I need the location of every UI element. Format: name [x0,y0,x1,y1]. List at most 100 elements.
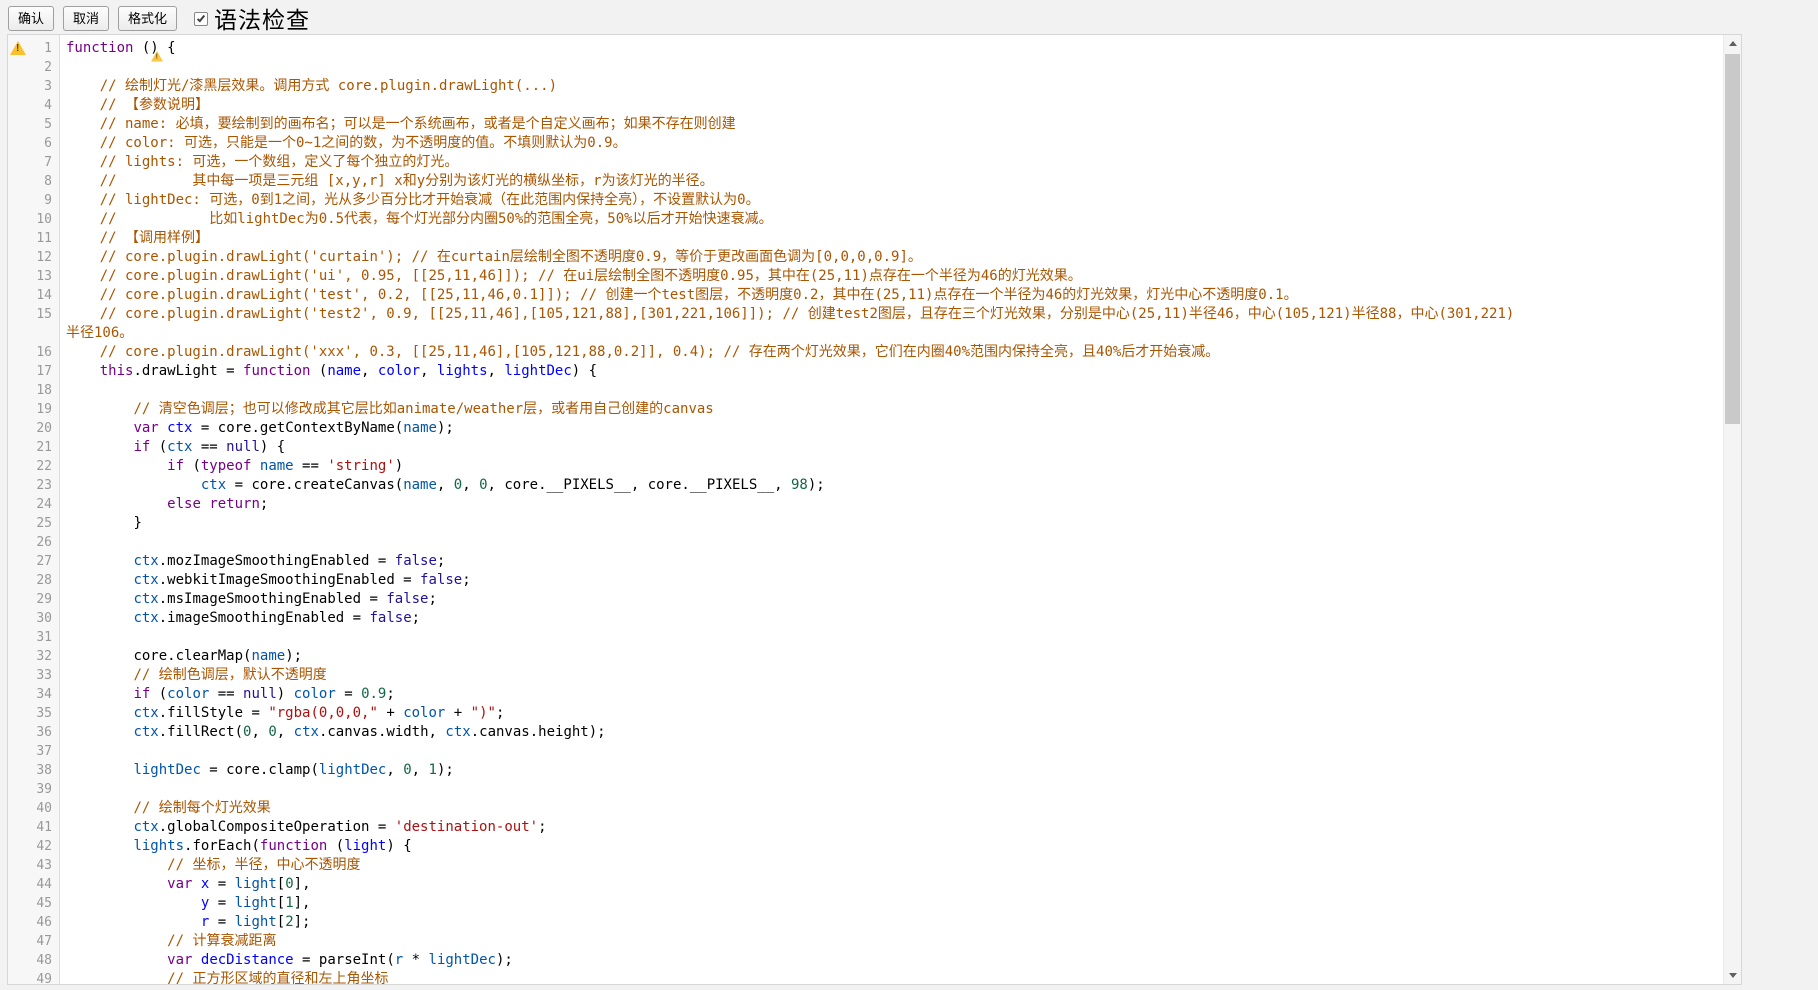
line-number: 22 [8,457,60,476]
code-line: 36 ctx.fillRect(0, 0, ctx.canvas.width, … [8,723,1723,742]
code-line: 49 // 正方形区域的直径和左上角坐标 [8,970,1723,984]
code-editor[interactable]: 1function () {23 // 绘制灯光/漆黑层效果。调用方式 core… [7,34,1742,985]
code-line-text[interactable]: if (color == null) color = 0.9; [60,685,1723,704]
code-line-text[interactable]: // lights: 可选，一个数组，定义了每个独立的灯光。 [60,153,1723,172]
code-line-text[interactable]: var x = light[0], [60,875,1723,894]
code-line-text[interactable] [60,381,1723,400]
code-line-text[interactable] [60,628,1723,647]
code-line: 24 else return; [8,495,1723,514]
code-line: 8 // 其中每一项是三元组 [x,y,r] x和y分别为该灯光的横纵坐标，r为… [8,172,1723,191]
code-line-text[interactable]: // core.plugin.drawLight('test2', 0.9, [… [60,305,1723,343]
line-number: 45 [8,894,60,913]
code-line: 14 // core.plugin.drawLight('test', 0.2,… [8,286,1723,305]
line-number: 27 [8,552,60,571]
code-line-text[interactable]: core.clearMap(name); [60,647,1723,666]
line-number: 23 [8,476,60,495]
code-line: 25 } [8,514,1723,533]
code-line-text[interactable]: // 清空色调层；也可以修改成其它层比如animate/weather层，或者用… [60,400,1723,419]
confirm-button[interactable]: 确认 [8,6,54,31]
code-line-text[interactable]: var ctx = core.getContextByName(name); [60,419,1723,438]
line-number: 48 [8,951,60,970]
lint-warning-icon [10,41,26,55]
code-line-text[interactable]: // color: 可选，只能是一个0~1之间的数，为不透明度的值。不填则默认为… [60,134,1723,153]
code-line-text[interactable]: ctx.fillRect(0, 0, ctx.canvas.width, ctx… [60,723,1723,742]
syntax-check-checkbox[interactable] [194,12,208,26]
code-line-text[interactable]: var decDistance = parseInt(r * lightDec)… [60,951,1723,970]
line-number: 40 [8,799,60,818]
code-line-text[interactable]: ctx.webkitImageSmoothingEnabled = false; [60,571,1723,590]
code-line-text[interactable]: // lightDec: 可选，0到1之间，光从多少百分比才开始衰减（在此范围内… [60,191,1723,210]
code-line-text[interactable]: // 绘制色调层，默认不透明度 [60,666,1723,685]
code-line-text[interactable]: // 【参数说明】 [60,96,1723,115]
code-line: 28 ctx.webkitImageSmoothingEnabled = fal… [8,571,1723,590]
code-line-text[interactable]: // 正方形区域的直径和左上角坐标 [60,970,1723,984]
code-line: 48 var decDistance = parseInt(r * lightD… [8,951,1723,970]
line-number: 13 [8,267,60,286]
code-line-text[interactable]: // core.plugin.drawLight('xxx', 0.3, [[2… [60,343,1723,362]
code-line-text[interactable]: // 绘制每个灯光效果 [60,799,1723,818]
code-line-text[interactable]: if (typeof name == 'string') [60,457,1723,476]
code-line-text[interactable]: // 坐标，半径，中心不透明度 [60,856,1723,875]
code-lines: 1function () {23 // 绘制灯光/漆黑层效果。调用方式 core… [8,35,1723,984]
code-line-text[interactable]: lights.forEach(function (light) { [60,837,1723,856]
line-number: 2 [8,58,60,77]
code-line: 21 if (ctx == null) { [8,438,1723,457]
line-number: 47 [8,932,60,951]
line-number: 21 [8,438,60,457]
format-button[interactable]: 格式化 [118,6,177,31]
code-line-text[interactable]: ctx.imageSmoothingEnabled = false; [60,609,1723,628]
code-line-text[interactable]: ctx.mozImageSmoothingEnabled = false; [60,552,1723,571]
code-line: 44 var x = light[0], [8,875,1723,894]
code-line-text[interactable]: // 其中每一项是三元组 [x,y,r] x和y分别为该灯光的横纵坐标，r为该灯… [60,172,1723,191]
code-line-text[interactable]: ctx.fillStyle = "rgba(0,0,0," + color + … [60,704,1723,723]
code-line-text[interactable]: ctx.globalCompositeOperation = 'destinat… [60,818,1723,837]
line-number: 14 [8,286,60,305]
code-line-text[interactable]: lightDec = core.clamp(lightDec, 0, 1); [60,761,1723,780]
check-icon [197,13,205,22]
code-line-text[interactable]: ctx.msImageSmoothingEnabled = false; [60,590,1723,609]
code-line-text[interactable]: if (ctx == null) { [60,438,1723,457]
code-line-text[interactable]: } [60,514,1723,533]
code-line: 37 [8,742,1723,761]
code-line: 6 // color: 可选，只能是一个0~1之间的数，为不透明度的值。不填则默… [8,134,1723,153]
code-line-text[interactable]: else return; [60,495,1723,514]
code-line-text[interactable] [60,780,1723,799]
scrollbar-up-button[interactable] [1724,35,1741,52]
code-line-text[interactable]: // 绘制灯光/漆黑层效果。调用方式 core.plugin.drawLight… [60,77,1723,96]
code-line-text[interactable] [60,742,1723,761]
code-line: 31 [8,628,1723,647]
toolbar: 确认 取消 格式化 语法检查 [8,4,310,32]
code-line: 12 // core.plugin.drawLight('curtain'); … [8,248,1723,267]
line-number: 6 [8,134,60,153]
line-number: 9 [8,191,60,210]
code-line-text[interactable]: // core.plugin.drawLight('test', 0.2, [[… [60,286,1723,305]
line-number: 4 [8,96,60,115]
code-line: 16 // core.plugin.drawLight('xxx', 0.3, … [8,343,1723,362]
scrollbar-down-button[interactable] [1724,967,1741,984]
code-line-text[interactable]: y = light[1], [60,894,1723,913]
down-arrow-icon [1729,973,1737,978]
code-line-text[interactable]: // core.plugin.drawLight('curtain'); // … [60,248,1723,267]
code-line: 13 // core.plugin.drawLight('ui', 0.95, … [8,267,1723,286]
editor-scrollbar[interactable] [1723,35,1741,984]
line-number: 11 [8,229,60,248]
code-line-text[interactable]: ctx = core.createCanvas(name, 0, 0, core… [60,476,1723,495]
code-line-text[interactable] [60,58,1723,77]
code-line-text[interactable]: r = light[2]; [60,913,1723,932]
code-line-text[interactable]: function () { [60,39,1723,58]
code-line-text[interactable]: // core.plugin.drawLight('ui', 0.95, [[2… [60,267,1723,286]
scrollbar-thumb[interactable] [1725,54,1740,424]
code-line-text[interactable]: this.drawLight = function (name, color, … [60,362,1723,381]
code-line: 11 // 【调用样例】 [8,229,1723,248]
code-line-text[interactable] [60,533,1723,552]
line-number: 44 [8,875,60,894]
code-line-text[interactable]: // name: 必填，要绘制到的画布名；可以是一个系统画布，或者是个自定义画布… [60,115,1723,134]
code-line-text[interactable]: // 【调用样例】 [60,229,1723,248]
line-number: 16 [8,343,60,362]
cancel-button[interactable]: 取消 [63,6,109,31]
line-number: 12 [8,248,60,267]
line-number: 15 [8,305,60,324]
code-line-text[interactable]: // 计算衰减距离 [60,932,1723,951]
code-line-text[interactable]: // 比如lightDec为0.5代表，每个灯光部分内圈50%的范围全亮，50%… [60,210,1723,229]
code-line: 26 [8,533,1723,552]
